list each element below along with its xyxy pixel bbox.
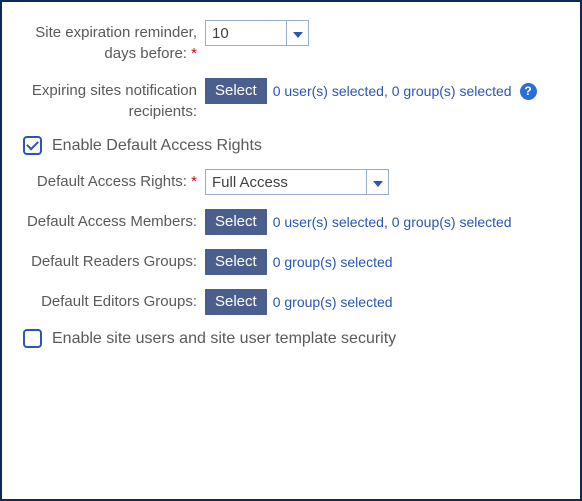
label-text: Default Access Members: (27, 213, 197, 230)
site-expiration-input[interactable] (206, 21, 286, 45)
row-enable-site-users-security: Enable site users and site user template… (23, 329, 566, 348)
label-site-expiration: Site expiration reminder, days before: * (10, 20, 205, 64)
access-members-summary-link[interactable]: 0 user(s) selected, 0 group(s) selected (273, 214, 512, 230)
select-readers-groups-button[interactable]: Select (205, 249, 267, 275)
label-text: Site expiration reminder, days before: (35, 24, 197, 62)
label-text: Default Editors Groups: (41, 293, 197, 310)
label-default-editors-groups: Default Editors Groups: (10, 289, 205, 312)
label-text: Expiring sites notification recipients: (32, 82, 197, 120)
row-default-access-members: Default Access Members: Select 0 user(s)… (10, 209, 566, 235)
chevron-down-icon (293, 25, 303, 42)
control-default-readers-groups: Select 0 group(s) selected (205, 249, 566, 275)
row-expiring-recipients: Expiring sites notification recipients: … (10, 78, 566, 122)
readers-groups-summary-link[interactable]: 0 group(s) selected (273, 254, 393, 270)
label-default-access-rights: Default Access Rights: * (10, 169, 205, 192)
chevron-down-icon (373, 174, 383, 191)
enable-site-users-security-checkbox[interactable] (23, 329, 42, 348)
label-expiring-recipients: Expiring sites notification recipients: (10, 78, 205, 122)
enable-default-access-checkbox[interactable] (23, 136, 42, 155)
control-site-expiration (205, 20, 566, 46)
recipients-summary-link[interactable]: 0 user(s) selected, 0 group(s) selected (273, 83, 512, 99)
row-default-readers-groups: Default Readers Groups: Select 0 group(s… (10, 249, 566, 275)
row-enable-default-access: Enable Default Access Rights (23, 136, 566, 155)
enable-site-users-security-label: Enable site users and site user template… (52, 330, 396, 348)
help-icon[interactable]: ? (520, 83, 537, 100)
site-expiration-combobox[interactable] (205, 20, 309, 46)
label-text: Default Access Rights: (37, 173, 187, 190)
default-access-rights-combobox[interactable] (205, 169, 389, 195)
required-mark: * (191, 45, 197, 62)
row-site-expiration: Site expiration reminder, days before: * (10, 20, 566, 64)
control-default-access-members: Select 0 user(s) selected, 0 group(s) se… (205, 209, 566, 235)
required-mark: * (191, 173, 197, 190)
label-default-readers-groups: Default Readers Groups: (10, 249, 205, 272)
control-default-access-rights (205, 169, 566, 195)
select-recipients-button[interactable]: Select (205, 78, 267, 104)
label-text: Default Readers Groups: (31, 253, 197, 270)
enable-default-access-label: Enable Default Access Rights (52, 137, 262, 155)
select-editors-groups-button[interactable]: Select (205, 289, 267, 315)
default-access-rights-input[interactable] (206, 170, 366, 194)
control-expiring-recipients: Select 0 user(s) selected, 0 group(s) se… (205, 78, 566, 104)
select-access-members-button[interactable]: Select (205, 209, 267, 235)
control-default-editors-groups: Select 0 group(s) selected (205, 289, 566, 315)
site-expiration-dropdown-button[interactable] (286, 21, 308, 45)
row-default-editors-groups: Default Editors Groups: Select 0 group(s… (10, 289, 566, 315)
default-access-rights-dropdown-button[interactable] (366, 170, 388, 194)
editors-groups-summary-link[interactable]: 0 group(s) selected (273, 294, 393, 310)
label-default-access-members: Default Access Members: (10, 209, 205, 232)
row-default-access-rights: Default Access Rights: * (10, 169, 566, 195)
